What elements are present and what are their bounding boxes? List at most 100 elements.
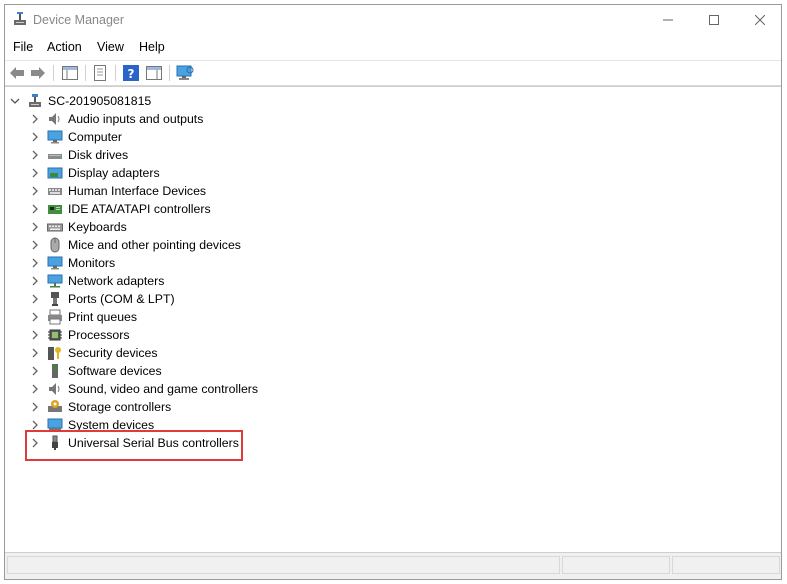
- minimize-button[interactable]: [645, 5, 691, 35]
- tree-item[interactable]: Sound, video and game controllers: [29, 380, 258, 398]
- tree-item-label: Audio inputs and outputs: [68, 112, 204, 126]
- back-button[interactable]: [8, 64, 26, 82]
- chevron-right-icon[interactable]: [29, 401, 41, 413]
- tree-item[interactable]: Ports (COM & LPT): [29, 290, 175, 308]
- tree-item-label: Mice and other pointing devices: [68, 238, 241, 252]
- tree-item-label: Monitors: [68, 256, 116, 270]
- chevron-right-icon[interactable]: [29, 329, 41, 341]
- tree-item-label: Security devices: [68, 346, 158, 360]
- chevron-right-icon[interactable]: [29, 311, 41, 323]
- arrow-left-icon: [10, 67, 24, 79]
- chevron-right-icon[interactable]: [29, 383, 41, 395]
- tree-item[interactable]: Network adapters: [29, 272, 164, 290]
- computer-tower-icon: [27, 93, 43, 109]
- chevron-right-icon[interactable]: [29, 365, 41, 377]
- tree-item[interactable]: Monitors: [29, 254, 115, 272]
- chevron-right-icon[interactable]: [29, 239, 41, 251]
- monitor-icon: [47, 129, 63, 145]
- mouse-icon: [47, 237, 63, 253]
- printer-icon: [47, 309, 63, 325]
- chevron-right-icon[interactable]: [29, 131, 41, 143]
- chevron-right-icon[interactable]: [29, 113, 41, 125]
- network-adapter-icon: [47, 273, 63, 289]
- keyboard-icon: [47, 219, 63, 235]
- disk-drive-icon: [47, 147, 63, 163]
- chevron-right-icon[interactable]: [29, 167, 41, 179]
- chevron-right-icon[interactable]: [29, 203, 41, 215]
- maximize-button[interactable]: [691, 5, 737, 35]
- status-pane-main: [7, 556, 560, 574]
- highlight-box: [25, 430, 243, 461]
- tree-item[interactable]: Software devices: [29, 362, 162, 380]
- show-hide-console-tree-button[interactable]: [61, 64, 79, 82]
- tree-item[interactable]: Processors: [29, 326, 130, 344]
- tree-item-label: Print queues: [68, 310, 138, 324]
- tree-item-label: Processors: [68, 328, 130, 342]
- ide-controller-icon: [47, 201, 63, 217]
- svg-text:?: ?: [128, 67, 135, 81]
- chevron-down-icon[interactable]: [9, 95, 21, 107]
- tree-item[interactable]: Print queues: [29, 308, 137, 326]
- tree-item[interactable]: IDE ATA/ATAPI controllers: [29, 200, 211, 218]
- chevron-right-icon[interactable]: [29, 221, 41, 233]
- tree-item[interactable]: Storage controllers: [29, 398, 171, 416]
- toolbar-separator: [85, 65, 86, 81]
- hid-icon: [47, 183, 63, 199]
- chevron-right-icon[interactable]: [29, 293, 41, 305]
- chevron-right-icon[interactable]: [29, 347, 41, 359]
- processor-icon: [47, 327, 63, 343]
- console-tree-icon: [62, 66, 78, 80]
- chevron-right-icon[interactable]: [29, 257, 41, 269]
- menu-help[interactable]: Help: [139, 40, 165, 54]
- tree-root[interactable]: SC-201905081815: [9, 92, 151, 110]
- tree-item[interactable]: Computer: [29, 128, 122, 146]
- menu-view[interactable]: View: [97, 40, 124, 54]
- tree-item-label: Sound, video and game controllers: [68, 382, 259, 396]
- tree-item-label: Storage controllers: [68, 400, 172, 414]
- tree-item-label: Computer: [68, 130, 122, 144]
- forward-button[interactable]: [29, 64, 47, 82]
- chevron-right-icon[interactable]: [29, 185, 41, 197]
- chevron-right-icon[interactable]: [29, 149, 41, 161]
- tree-root-label: SC-201905081815: [48, 94, 152, 108]
- menu-file[interactable]: File: [13, 40, 33, 54]
- scan-hardware-button[interactable]: [176, 64, 194, 82]
- tree-item[interactable]: Display adapters: [29, 164, 160, 182]
- action-pane-icon: [146, 66, 162, 80]
- action-pane-button[interactable]: [145, 64, 163, 82]
- tree-item-label: Disk drives: [68, 148, 129, 162]
- port-icon: [47, 291, 63, 307]
- toolbar-separator: [53, 65, 54, 81]
- device-tree[interactable]: SC-201905081815 Audio inputs and outputs…: [5, 86, 781, 553]
- menu-bar: File Action View Help: [5, 36, 781, 58]
- window-title: Device Manager: [33, 13, 125, 27]
- chevron-right-icon[interactable]: [29, 275, 41, 287]
- properties-button[interactable]: [91, 64, 109, 82]
- display-adapter-icon: [47, 165, 63, 181]
- help-button[interactable]: ?: [122, 64, 140, 82]
- arrow-right-icon: [31, 67, 45, 79]
- close-button[interactable]: [737, 5, 783, 35]
- status-pane-tertiary: [672, 556, 780, 574]
- help-question-icon: ?: [123, 65, 139, 81]
- tree-item-label: Network adapters: [68, 274, 165, 288]
- tree-item-label: Display adapters: [68, 166, 160, 180]
- toolbar-separator: [169, 65, 170, 81]
- tree-item[interactable]: Audio inputs and outputs: [29, 110, 203, 128]
- maximize-icon: [709, 15, 719, 25]
- tree-item[interactable]: Keyboards: [29, 218, 127, 236]
- security-key-icon: [47, 345, 63, 361]
- software-device-icon: [47, 363, 63, 379]
- close-icon: [755, 15, 765, 25]
- tree-item-label: Keyboards: [68, 220, 127, 234]
- title-bar[interactable]: Device Manager: [5, 5, 781, 35]
- tree-item[interactable]: Security devices: [29, 344, 158, 362]
- minimize-icon: [663, 19, 673, 21]
- tree-item[interactable]: Mice and other pointing devices: [29, 236, 241, 254]
- properties-sheet-icon: [94, 65, 106, 81]
- tree-item[interactable]: Disk drives: [29, 146, 128, 164]
- tree-item[interactable]: Human Interface Devices: [29, 182, 206, 200]
- speaker-icon: [47, 381, 63, 397]
- status-bar: [5, 552, 781, 579]
- menu-action[interactable]: Action: [47, 40, 82, 54]
